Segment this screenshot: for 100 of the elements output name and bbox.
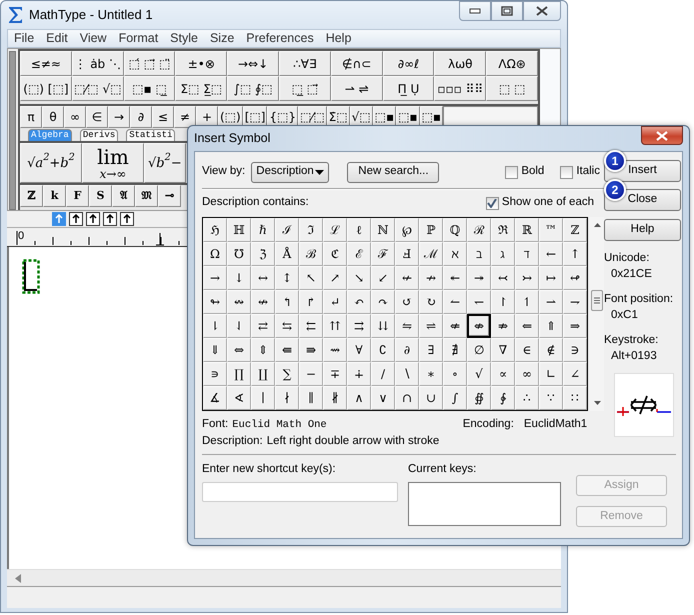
alignment-button[interactable] (86, 212, 100, 226)
checkbox[interactable] (560, 166, 574, 178)
symbol-cell[interactable]: ∞ (515, 362, 539, 386)
symbol-cell[interactable]: ∏ (227, 362, 251, 386)
symbol-cell[interactable]: ⇋ (395, 314, 419, 338)
palette-button[interactable]: ▫▫▫ ⠿⠿ (434, 76, 486, 101)
symbol-cell[interactable]: ⇃ (227, 314, 251, 338)
symbol-cell[interactable]: ℤ (563, 218, 587, 242)
symbol-cell[interactable]: ∑ (275, 362, 299, 386)
symbol-cell[interactable]: ℧ (227, 242, 251, 266)
menu-item[interactable]: Format (112, 29, 164, 48)
symbol-cell[interactable]: ℓ (347, 218, 371, 242)
symbol-cell[interactable]: ℌ (203, 218, 227, 242)
alignment-button[interactable] (103, 212, 117, 226)
symbol-cell[interactable]: ∟ (539, 362, 563, 386)
template-button[interactable]: √b$^{2}$− (144, 143, 186, 183)
symbol-cell[interactable]: ↫ (563, 266, 587, 290)
symbol-cell[interactable]: ℱ (371, 242, 395, 266)
symbol-cell[interactable]: ∥ (299, 386, 323, 410)
symbol-cell[interactable]: ↽ (467, 290, 491, 314)
symbol-cell[interactable]: ∋ (563, 338, 587, 362)
template-button[interactable]: lim x→∞ (82, 143, 144, 183)
symbol-cell[interactable]: ⇓ (203, 338, 227, 362)
symbol-cell[interactable]: ↘ (347, 266, 371, 290)
symbol-cell[interactable]: − (299, 362, 323, 386)
symbol-cell[interactable]: Ω (203, 242, 227, 266)
palette-button[interactable]: ∴∀∃ (278, 51, 331, 76)
palette-button[interactable]: ⬚ ⬚ (486, 76, 538, 101)
symbol-cell[interactable]: ™ (539, 218, 563, 242)
alignment-button[interactable] (120, 212, 134, 226)
symbol-cell[interactable]: ∃ (419, 338, 443, 362)
palette-button[interactable]: ⬚́ ⬚⃗ ⬚̈ (124, 51, 176, 76)
symbol-cell[interactable]: ∲ (491, 386, 515, 410)
symbol-cell[interactable]: ↙ (371, 266, 395, 290)
symbol-cell[interactable]: ↣ (515, 266, 539, 290)
symbol-cell[interactable]: ℘ (395, 218, 419, 242)
view-by-dropdown[interactable]: Description (251, 162, 330, 182)
symbol-button[interactable]: ⊸ (158, 185, 181, 207)
symbol-cell[interactable]: ↵ (323, 290, 347, 314)
symbol-cell[interactable]: ⇍ (443, 314, 467, 338)
symbol-cell[interactable]: Ⅎ (395, 242, 419, 266)
symbol-cell[interactable]: ↔ (251, 266, 275, 290)
symbol-cell[interactable]: ↓ (227, 266, 251, 290)
symbol-button[interactable]: ≠ (174, 106, 196, 128)
symbol-cell[interactable]: ↢ (491, 266, 515, 290)
symbol-cell[interactable]: ∐ (251, 362, 275, 386)
symbol-cell[interactable]: ℙ (419, 218, 443, 242)
symbol-cell[interactable]: ℬ (299, 242, 323, 266)
symbol-cell[interactable]: ∄ (443, 338, 467, 362)
symbol-cell[interactable]: ⇚ (275, 338, 299, 362)
palette-button[interactable]: ⬚̲ ⬚⃗ (278, 76, 331, 101)
symbol-cell[interactable]: ℳ (419, 242, 443, 266)
close-button[interactable] (641, 126, 683, 145)
symbol-cell[interactable]: ⇝ (323, 338, 347, 362)
dialog-button[interactable]: Help (604, 219, 681, 241)
symbol-cell[interactable]: ℏ (251, 218, 275, 242)
shortcut-input-field[interactable] (202, 482, 398, 502)
symbol-cell[interactable]: ℭ (323, 242, 347, 266)
checkbox[interactable] (505, 166, 518, 178)
symbol-cell[interactable]: ∢ (227, 386, 251, 410)
palette-button[interactable]: ⬚▪ ⬚̲ (124, 76, 176, 101)
symbol-cell[interactable]: ⇐ (515, 314, 539, 338)
menu-item[interactable]: Help (320, 29, 358, 48)
palette-button[interactable]: ⋮ ȧb ⋱ (72, 51, 124, 76)
palette-button[interactable]: ≤≠≈ (20, 51, 72, 76)
symbol-cell[interactable]: ↖ (299, 266, 323, 290)
symbol-cell[interactable]: ↻ (419, 290, 443, 314)
symbol-cell[interactable]: ∅ (467, 338, 491, 362)
symbol-cell[interactable]: ∩ (395, 386, 419, 410)
close-button[interactable] (523, 1, 561, 21)
symbol-cell[interactable]: ⇆ (275, 314, 299, 338)
symbol-cell[interactable]: ↦ (539, 266, 563, 290)
symbol-button[interactable]: ℤ (20, 185, 43, 207)
symbol-cell[interactable]: ∗ (419, 362, 443, 386)
symbol-cell[interactable]: ∀ (347, 338, 371, 362)
symbol-cell[interactable]: Å (275, 242, 299, 266)
symbol-cell[interactable]: ⇄ (251, 314, 275, 338)
symbol-button[interactable]: k (43, 185, 66, 207)
symbol-cell[interactable]: ↚ (395, 266, 419, 290)
symbol-cell[interactable]: ∝ (491, 362, 515, 386)
symbol-cell[interactable]: ⇈ (323, 314, 347, 338)
scrollbar-thumb[interactable] (591, 290, 603, 311)
palette-button[interactable]: Σ⬚ Σ̲⬚ (175, 76, 228, 101)
palette-tab[interactable]: Derivs (80, 129, 118, 141)
symbol-cell[interactable]: ℛ (467, 218, 491, 242)
symbol-cell[interactable]: ↭ (227, 290, 251, 314)
symbol-button[interactable]: ≤ (152, 106, 174, 128)
symbol-cell[interactable]: ⇒ (563, 314, 587, 338)
symbol-cell[interactable]: ∯ (467, 386, 491, 410)
symbol-cell[interactable]: ℑ (299, 218, 323, 242)
symbol-cell[interactable]: ↰ (275, 290, 299, 314)
symbol-cell[interactable]: ∁ (371, 338, 395, 362)
symbol-cell[interactable]: ∂ (395, 338, 419, 362)
palette-button[interactable]: ∂∞ℓ (382, 51, 434, 76)
symbol-cell[interactable]: ∍ (203, 362, 227, 386)
vertical-scrollbar[interactable] (590, 217, 604, 411)
symbol-cell[interactable]: ∇ (491, 338, 515, 362)
symbol-button[interactable]: → (108, 106, 130, 128)
symbol-cell[interactable]: ∔ (347, 362, 371, 386)
symbol-cell[interactable]: ↛ (419, 266, 443, 290)
